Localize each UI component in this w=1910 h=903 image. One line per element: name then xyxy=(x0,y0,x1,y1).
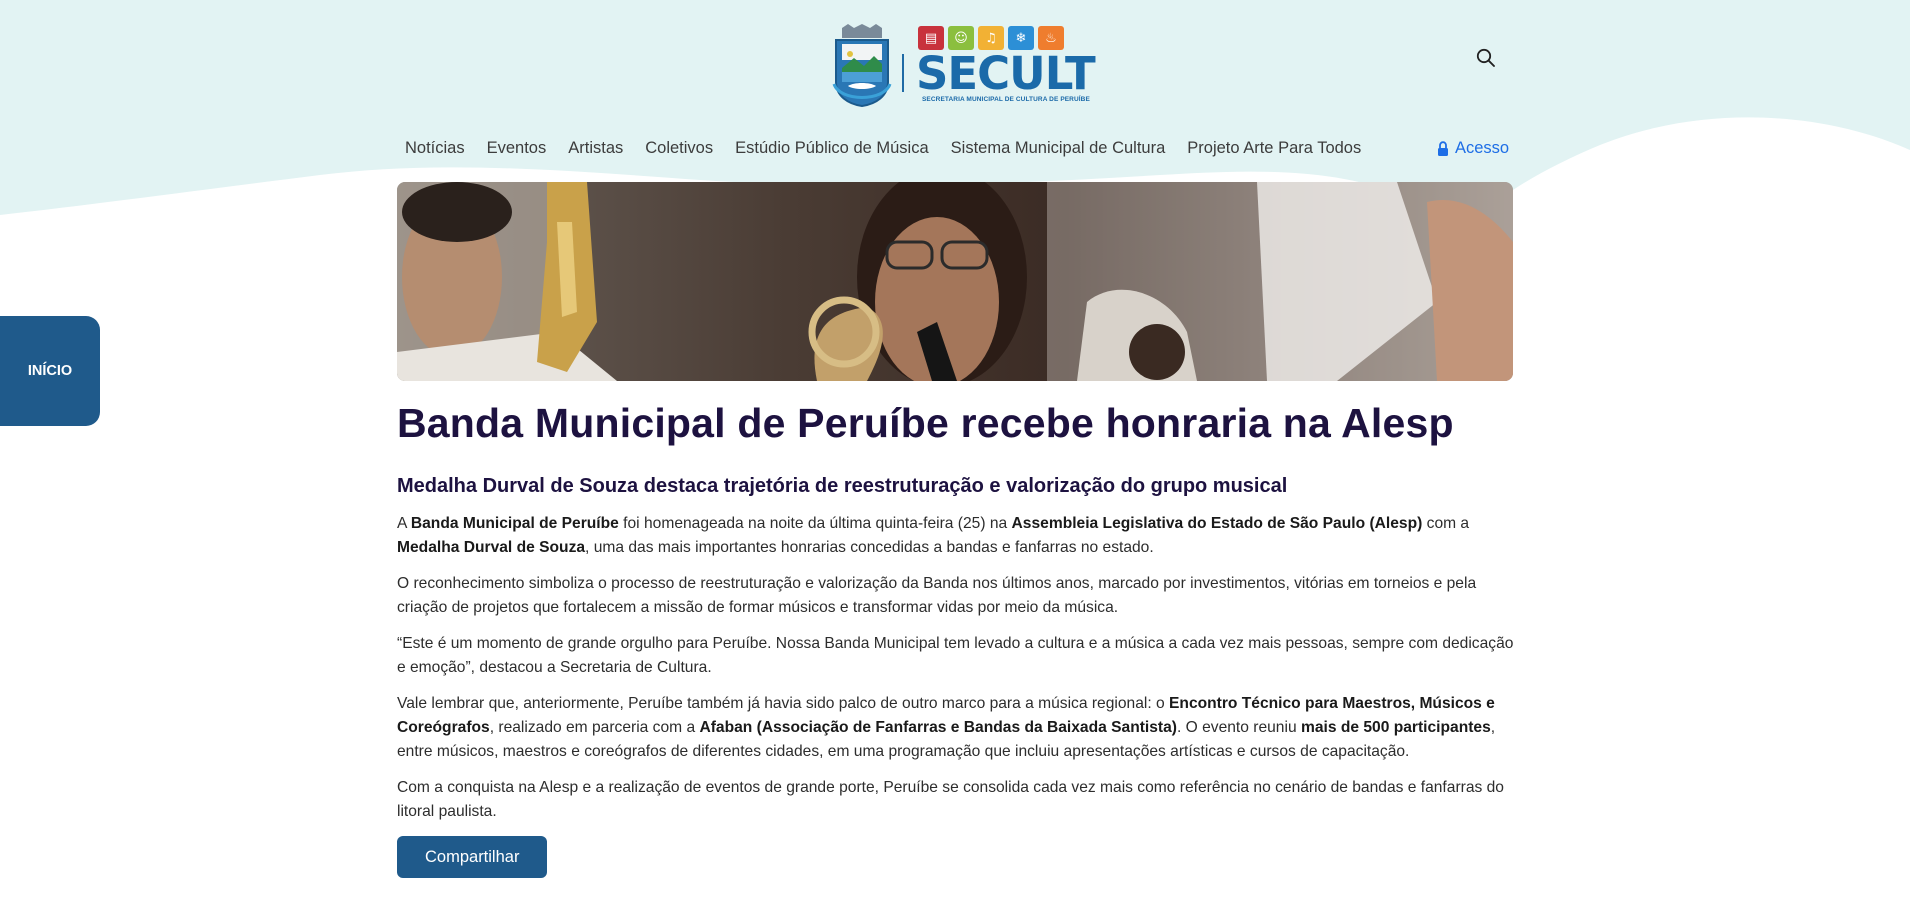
nav-item-coletivos[interactable]: Coletivos xyxy=(645,139,713,158)
nav-item-estudio-publico-de-musica[interactable]: Estúdio Público de Música xyxy=(735,139,929,158)
site-logo[interactable]: ▤ ☺ ♫ ❄ ♨ SECULT SECRETARIA MUNICIPAL DE… xyxy=(832,24,1096,108)
nav-item-sistema-municipal-de-cultura[interactable]: Sistema Municipal de Cultura xyxy=(951,139,1166,158)
lock-icon xyxy=(1438,140,1448,156)
access-label: Acesso xyxy=(1455,139,1510,157)
nav-item-projeto-arte-para-todos[interactable]: Projeto Arte Para Todos xyxy=(1187,139,1361,158)
article-title: Banda Municipal de Peruíbe recebe honrar… xyxy=(397,400,1454,446)
article-paragraph-4: Vale lembrar que, anteriormente, Peruíbe… xyxy=(397,695,1496,760)
article-paragraph-3: “Este é um momento de grande orgulho par… xyxy=(397,635,1514,676)
article-paragraph-5: Com a conquista na Alesp e a realização … xyxy=(397,779,1504,820)
article-subtitle: Medalha Durval de Souza destaca trajetór… xyxy=(397,475,1288,497)
nav-item-noticias[interactable]: Notícias xyxy=(405,139,465,158)
city-crest-icon xyxy=(832,24,892,108)
home-side-tab-label: INÍCIO xyxy=(27,363,73,379)
logo-divider xyxy=(902,54,904,92)
nav-item-artistas[interactable]: Artistas xyxy=(568,139,623,158)
news-article: Banda Municipal de Peruíbe recebe honrar… xyxy=(397,396,1517,878)
search-icon[interactable] xyxy=(1475,47,1497,69)
nav-item-eventos[interactable]: Eventos xyxy=(487,139,547,158)
home-side-tab[interactable]: INÍCIO xyxy=(0,316,100,426)
hero-image-band-musicians xyxy=(397,182,1513,381)
brand-name: SECULT xyxy=(916,47,1096,100)
brand-subtitle: SECRETARIA MUNICIPAL DE CULTURA DE PERUÍ… xyxy=(922,96,1090,103)
access-link[interactable]: Acesso xyxy=(1437,139,1509,158)
article-paragraph-2: O reconhecimento simboliza o processo de… xyxy=(397,575,1477,616)
main-nav: Notícias Eventos Artistas Coletivos Estú… xyxy=(405,139,1383,158)
share-button[interactable]: Compartilhar xyxy=(397,836,548,878)
article-paragraph-1: A Banda Municipal de Peruíbe foi homenag… xyxy=(397,515,1470,556)
